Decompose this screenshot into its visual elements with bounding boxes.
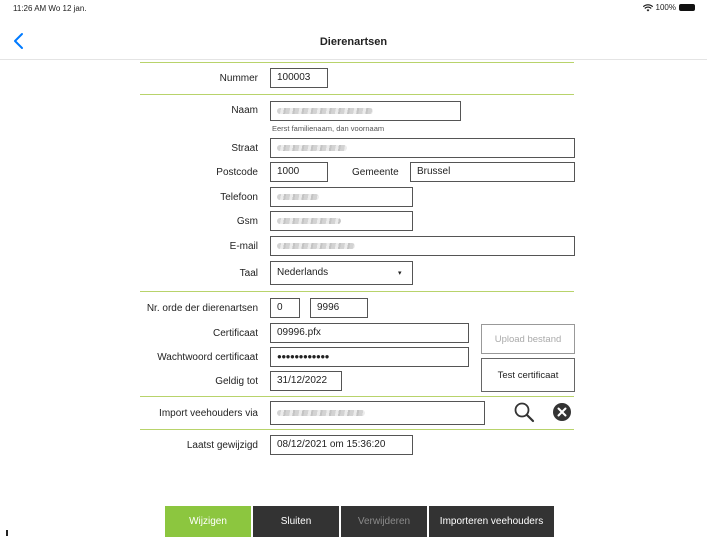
test-certificaat-button[interactable]: Test certificaat (481, 358, 575, 392)
telefoon-label: Telefoon (220, 192, 258, 203)
laatst-gewijzigd-field: 08/12/2021 om 15:36:20 (270, 435, 413, 455)
email-field[interactable] (270, 236, 575, 256)
certificaat-field[interactable]: 09996.pfx (270, 323, 469, 343)
geldig-tot-field[interactable]: 31/12/2022 (270, 371, 342, 391)
gemeente-field[interactable]: Brussel (410, 162, 575, 182)
postcode-field[interactable]: 1000 (270, 162, 328, 182)
nummer-field[interactable]: 100003 (270, 68, 328, 88)
redacted-import (277, 410, 365, 416)
clear-circle-icon[interactable] (552, 402, 572, 422)
wijzigen-button[interactable]: Wijzigen (165, 506, 251, 537)
redacted-gsm (277, 218, 341, 224)
naam-field[interactable] (270, 101, 461, 121)
import-via-label: Import veehouders via (159, 408, 258, 419)
wachtwoord-label: Wachtwoord certificaat (157, 352, 258, 363)
verwijderen-button[interactable]: Verwijderen (341, 506, 427, 537)
separator (140, 62, 574, 63)
nr-orde-number-field[interactable]: 9996 (310, 298, 368, 318)
gemeente-label: Gemeente (352, 167, 399, 178)
redacted-street (277, 145, 347, 151)
separator (140, 94, 574, 95)
naam-label: Naam (231, 105, 258, 116)
import-via-field[interactable] (270, 401, 485, 425)
redacted-name (277, 108, 373, 114)
redacted-phone (277, 194, 319, 200)
gsm-field[interactable] (270, 211, 413, 231)
nr-orde-prefix-field[interactable]: 0 (270, 298, 300, 318)
nr-orde-label: Nr. orde der dierenartsen (146, 303, 258, 314)
email-label: E-mail (229, 241, 258, 252)
straat-field[interactable] (270, 138, 575, 158)
sluiten-button[interactable]: Sluiten (253, 506, 339, 537)
taal-label: Taal (239, 268, 258, 279)
straat-label: Straat (231, 143, 258, 154)
search-icon[interactable] (513, 401, 535, 423)
vet-form: Nummer 100003 Naam Eerst familienaam, da… (0, 0, 707, 538)
certificaat-label: Certificaat (212, 328, 258, 339)
separator (140, 291, 574, 292)
telefoon-field[interactable] (270, 187, 413, 207)
separator (140, 429, 574, 430)
laatst-gewijzigd-label: Laatst gewijzigd (186, 440, 258, 451)
postcode-label: Postcode (216, 167, 258, 178)
home-indicator (6, 530, 8, 536)
wachtwoord-field[interactable]: ●●●●●●●●●●●● (270, 347, 469, 367)
taal-select[interactable]: Nederlands (270, 261, 413, 285)
upload-bestand-button[interactable]: Upload bestand (481, 324, 575, 354)
chevron-down-icon[interactable]: ▾ (398, 269, 402, 277)
naam-hint: Eerst familienaam, dan voornaam (272, 124, 385, 133)
importeren-veehouders-button[interactable]: Importeren veehouders (429, 506, 554, 537)
nummer-label: Nummer (219, 73, 258, 84)
separator (140, 396, 574, 397)
redacted-email (277, 243, 355, 249)
gsm-label: Gsm (236, 216, 258, 227)
geldig-tot-label: Geldig tot (215, 376, 258, 387)
